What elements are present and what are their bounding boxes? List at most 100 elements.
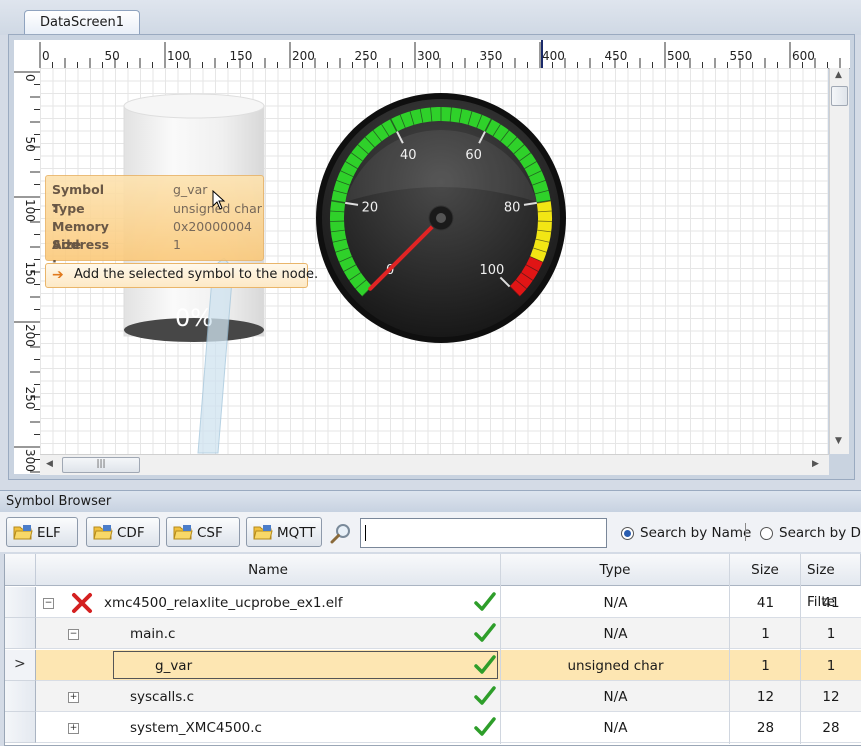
- search-input[interactable]: [360, 518, 607, 548]
- gauge-label-80: 80: [504, 201, 521, 216]
- row-name: xmc4500_relaxlite_ucprobe_ex1.elf: [104, 588, 343, 619]
- ruler-label: 250: [355, 49, 378, 63]
- csf-button[interactable]: CSF: [166, 517, 240, 547]
- csf-button-label: CSF: [197, 518, 223, 548]
- row-name: main.c: [130, 619, 175, 650]
- column-header-size[interactable]: Size: [730, 554, 801, 586]
- ruler-label: 100: [167, 49, 190, 63]
- horizontal-scrollbar[interactable]: ◀ ▶: [40, 454, 829, 475]
- checkmark-icon: [474, 655, 496, 675]
- row-type: N/A: [501, 713, 730, 744]
- row-header[interactable]: [5, 587, 36, 618]
- gauge-widget[interactable]: 0 20 40 60 80 100: [315, 92, 567, 344]
- symbol-tooltip: Symbol : g_var Type : unsigned char Memo…: [45, 175, 264, 261]
- add-symbol-hint: ➔ Add the selected symbol to the node.: [45, 263, 308, 288]
- column-header-size-filtered[interactable]: Size Filte: [801, 554, 861, 586]
- mouse-cursor-icon: [212, 190, 226, 210]
- symbol-browser-title: Symbol Browser: [6, 491, 111, 513]
- column-divider: [800, 554, 801, 744]
- row-size-filtered: 28: [801, 713, 861, 744]
- row-header[interactable]: [5, 681, 36, 712]
- vertical-scrollbar[interactable]: ▲ ▼: [829, 68, 849, 454]
- search-by-name-label[interactable]: Search by Name: [640, 525, 751, 541]
- ruler-label: 350: [480, 49, 503, 63]
- cdf-button[interactable]: CDF: [86, 517, 160, 547]
- row-type: N/A: [501, 588, 730, 619]
- scroll-up-arrow-icon[interactable]: ▲: [835, 70, 842, 80]
- collapse-icon[interactable]: −: [43, 598, 54, 609]
- row-name: syscalls.c: [130, 682, 194, 713]
- row-size-filtered: 1: [801, 619, 861, 650]
- ruler-label: 200: [23, 324, 37, 347]
- ruler-label: 150: [230, 49, 253, 63]
- folder-open-icon: [93, 524, 113, 540]
- elf-button-label: ELF: [37, 518, 61, 548]
- folder-open-icon: [13, 524, 33, 540]
- row-size-filtered: 1: [801, 651, 861, 682]
- row-header[interactable]: [5, 618, 36, 649]
- text-caret: [365, 525, 366, 541]
- search-by-data-radio[interactable]: [760, 527, 773, 540]
- ruler-label: 0: [23, 74, 37, 82]
- ruler-label: 400: [542, 49, 565, 63]
- gauge-hub-cap: [436, 213, 446, 223]
- column-divider: [500, 554, 501, 744]
- error-x-icon: [71, 592, 93, 614]
- row-type: unsigned char: [501, 651, 730, 682]
- design-canvas[interactable]: 0% 0 0 20 40 60 80 100: [40, 68, 828, 454]
- search-by-data-label[interactable]: Search by Dat: [779, 525, 861, 541]
- row-name: system_XMC4500.c: [130, 713, 262, 744]
- ruler-label: 600: [792, 49, 815, 63]
- column-header-type[interactable]: Type: [501, 554, 730, 586]
- search-by-name-radio[interactable]: [621, 527, 634, 540]
- row-header[interactable]: >: [5, 650, 36, 681]
- horizontal-ruler: 050100150200250300350400450500550600: [14, 40, 850, 69]
- scroll-down-arrow-icon[interactable]: ▼: [835, 436, 842, 446]
- row-size-filtered: 41: [801, 588, 861, 619]
- gauge-label-100: 100: [479, 263, 504, 278]
- tab-datascreen1[interactable]: DataScreen1: [24, 10, 140, 35]
- tooltip-value: g_var: [173, 181, 207, 199]
- ruler-label: 300: [417, 49, 440, 63]
- row-size: 12: [730, 682, 801, 713]
- elf-button[interactable]: ELF: [6, 517, 78, 547]
- row-size-filtered: 12: [801, 682, 861, 713]
- arrow-right-icon: ➔: [52, 264, 64, 286]
- radio-divider: [745, 523, 746, 541]
- row-name: g_var: [155, 651, 192, 682]
- vertical-scroll-thumb[interactable]: [831, 86, 848, 106]
- checkmark-icon: [474, 717, 496, 737]
- ruler-label: 100: [23, 199, 37, 222]
- column-divider: [729, 554, 730, 744]
- ruler-label: 500: [667, 49, 690, 63]
- collapse-icon[interactable]: −: [68, 629, 79, 640]
- row-size: 28: [730, 713, 801, 744]
- vertical-ruler-ticks: 050100150200250300: [14, 68, 40, 474]
- expand-icon[interactable]: +: [68, 723, 79, 734]
- current-row-indicator-icon: >: [14, 656, 26, 672]
- horizontal-scroll-thumb[interactable]: |||: [62, 457, 140, 473]
- scroll-left-arrow-icon[interactable]: ◀: [46, 459, 53, 469]
- gauge-label-20: 20: [362, 201, 379, 216]
- symbol-browser-header: Symbol Browser: [0, 490, 861, 513]
- vertical-ruler: 050100150200250300: [14, 68, 41, 474]
- cdf-button-label: CDF: [117, 518, 145, 548]
- expand-icon[interactable]: +: [68, 692, 79, 703]
- mqtt-button[interactable]: MQTT: [246, 517, 322, 547]
- checkmark-icon: [474, 592, 496, 612]
- ruler-label: 50: [23, 137, 37, 152]
- column-header-name[interactable]: Name: [36, 554, 501, 586]
- ruler-label: 150: [23, 262, 37, 285]
- row-size: 1: [730, 619, 801, 650]
- row-header-corner: [5, 554, 36, 586]
- row-type: N/A: [501, 682, 730, 713]
- ruler-label: 200: [292, 49, 315, 63]
- row-header[interactable]: [5, 712, 36, 743]
- scroll-right-arrow-icon[interactable]: ▶: [812, 459, 819, 469]
- checkmark-icon: [474, 686, 496, 706]
- search-icon[interactable]: [330, 522, 352, 544]
- hint-text: Add the selected symbol to the node.: [74, 264, 318, 286]
- mqtt-button-label: MQTT: [277, 518, 316, 548]
- tooltip-value: 0x20000004: [173, 218, 252, 236]
- row-size: 1: [730, 651, 801, 682]
